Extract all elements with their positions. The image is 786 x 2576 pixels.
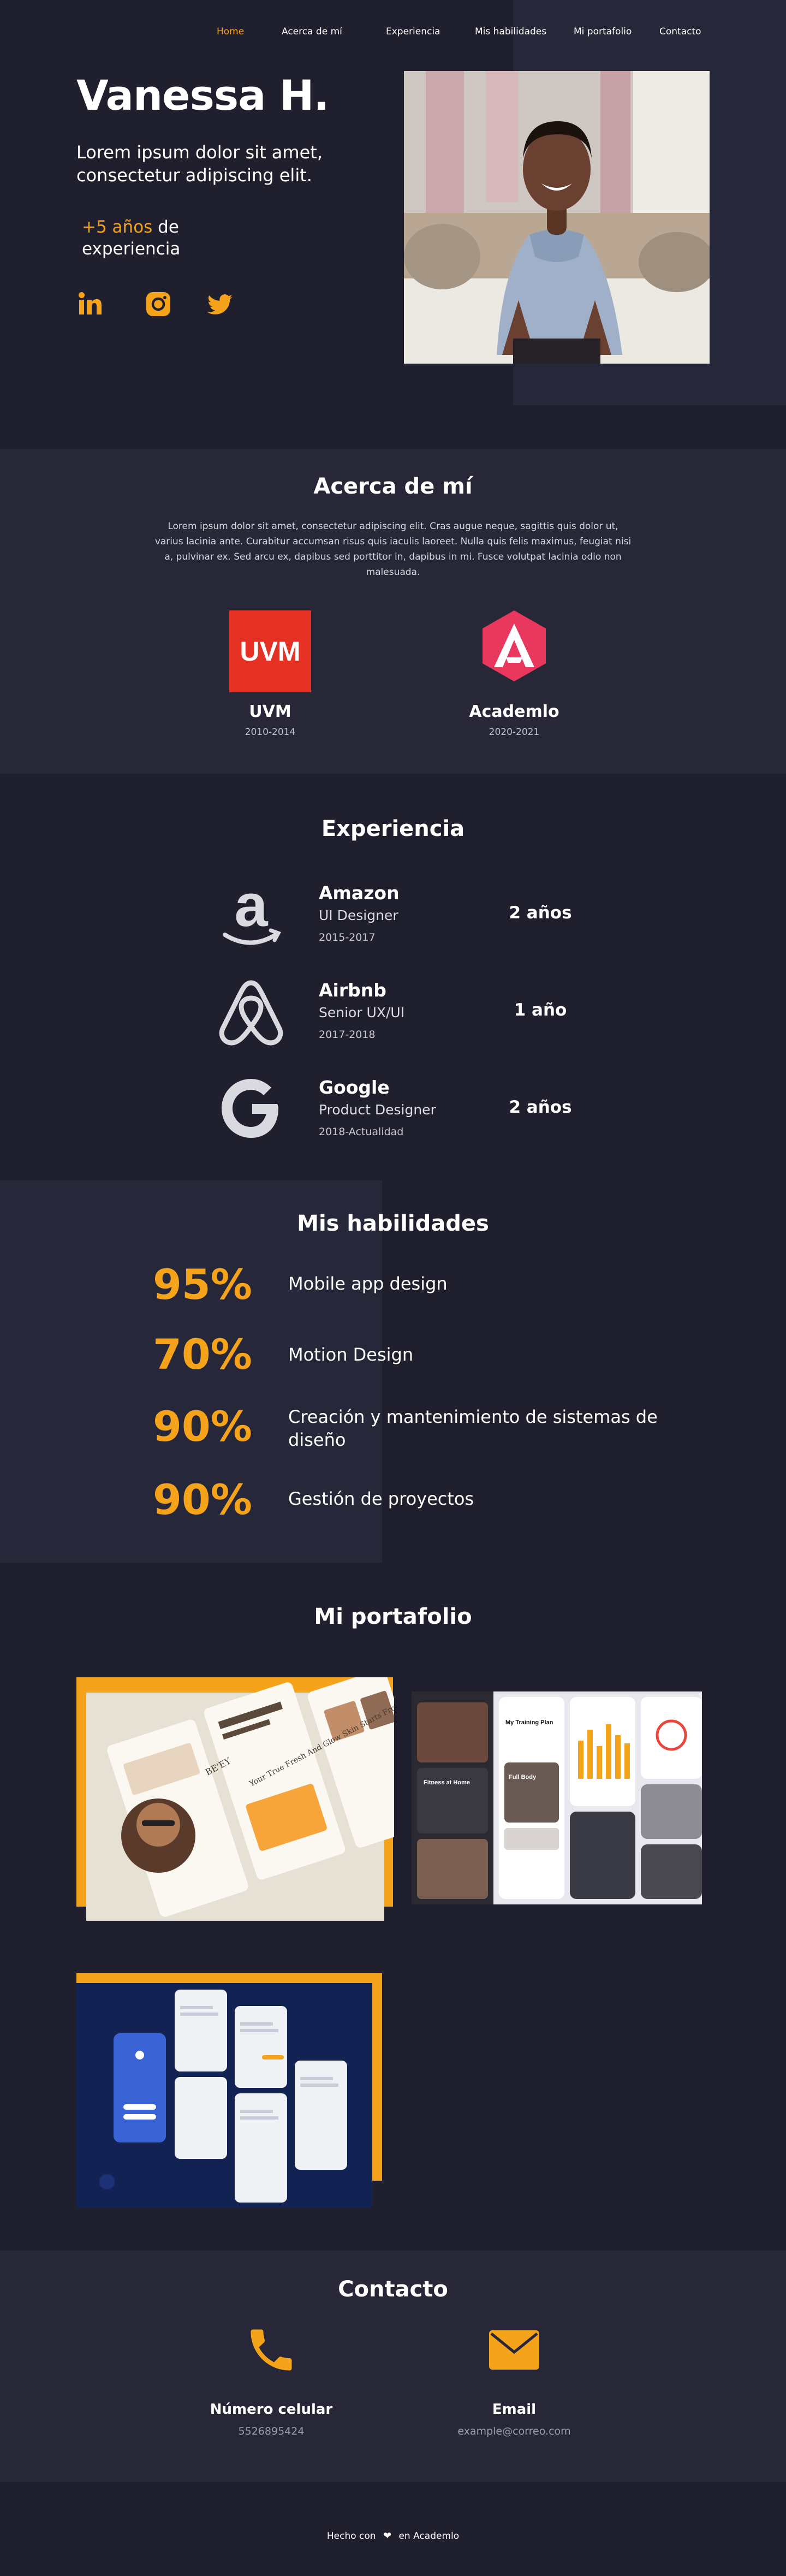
nav-experience[interactable]: Experiencia	[386, 26, 440, 37]
skill-percent: 90%	[153, 1402, 252, 1451]
job-duration: 1 año	[514, 1000, 567, 1020]
portfolio-project-fitness[interactable]: Fitness at Home My Training Plan Full Bo…	[412, 1691, 702, 1904]
job-role: UI Designer	[319, 907, 398, 923]
job-role: Senior UX/UI	[319, 1005, 405, 1020]
contact-value: example@correo.com	[457, 2425, 571, 2437]
hero-lead: Lorem ipsum dolor sit amet, consectetur …	[76, 142, 323, 186]
experience-years: +5 años	[82, 217, 153, 237]
footer-at: en Academlo	[398, 2531, 460, 2542]
portfolio-project-chat[interactable]	[76, 1973, 382, 2208]
footer-made-with: Hecho con	[326, 2531, 376, 2542]
education-years: 2020-2021	[489, 727, 540, 738]
profile-photo	[404, 71, 710, 364]
contact-section: Contacto Número celular 5526895424 Email…	[0, 2251, 786, 2482]
contact-title: Contacto	[338, 2277, 448, 2302]
skill-label: Gestión de proyectos	[288, 1488, 474, 1509]
education-name: Academlo	[469, 702, 559, 721]
nav-portfolio[interactable]: Mi portafolio	[574, 26, 632, 37]
education-years: 2010-2014	[245, 727, 296, 738]
job-dates: 2018-Actualidad	[319, 1126, 404, 1138]
instagram-icon[interactable]	[145, 290, 172, 318]
fitness-full-text: Full Body	[509, 1774, 537, 1780]
education-name: UVM	[249, 702, 291, 721]
google-icon	[213, 1070, 289, 1147]
contact-title-label: Número celular	[210, 2401, 333, 2418]
experience-title: Experiencia	[321, 816, 465, 841]
job-company: Amazon	[319, 882, 400, 904]
twitter-icon[interactable]	[206, 290, 234, 318]
fitness-banner-text: Fitness at Home	[424, 1779, 470, 1786]
job-amazon: a Amazon UI Designer 2015-2017 2 años	[213, 872, 595, 958]
social-links	[78, 290, 241, 317]
skill-item: 90% Creación y mantenimiento de sistemas…	[153, 1402, 699, 1462]
skill-label: Creación y mantenimiento de sistemas de …	[288, 1406, 658, 1450]
education-academlo: Academlo 2020-2021	[432, 605, 596, 738]
contact-email[interactable]: Email example@correo.com	[432, 2323, 596, 2437]
skill-percent: 95%	[153, 1260, 252, 1309]
skill-item: 90% Gestión de proyectos	[153, 1475, 699, 1535]
job-role: Product Designer	[319, 1102, 436, 1118]
contact-value: 5526895424	[238, 2425, 305, 2437]
heart-icon: ❤	[383, 2530, 392, 2542]
job-airbnb: Airbnb Senior UX/UI 2017-2018 1 año	[213, 973, 595, 1055]
hero-name: Vanessa H.	[76, 71, 329, 120]
experience-word: experiencia	[82, 239, 181, 259]
job-duration: 2 años	[509, 1097, 572, 1117]
hero-section: Home Acerca de mí Experiencia Mis habili…	[0, 0, 786, 449]
linkedin-icon[interactable]	[78, 290, 105, 318]
skill-label: Mobile app design	[288, 1273, 448, 1294]
uvm-logo-text: UVM	[240, 636, 300, 667]
job-google: Google Product Designer 2018-Actualidad …	[213, 1070, 595, 1152]
experience-section: Experiencia a Amazon UI Designer 2015-20…	[0, 774, 786, 1180]
about-section: Acerca de mí Lorem ipsum dolor sit amet,…	[0, 449, 786, 774]
top-navigation: Home Acerca de mí Experiencia Mis habili…	[0, 26, 786, 39]
portfolio-title: Mi portafolio	[314, 1604, 472, 1629]
academlo-logo	[473, 605, 555, 687]
portfolio-section: Mi portafolio BE'EY Your True Fresh And …	[0, 1563, 786, 2251]
education-uvm: UVM UVM 2010-2014	[188, 610, 352, 738]
footer: Hecho con ❤ en Academlo	[0, 2482, 786, 2576]
job-duration: 2 años	[509, 903, 572, 923]
hero-experience: +5 años de experiencia	[82, 216, 180, 260]
job-company: Google	[319, 1077, 390, 1098]
skill-item: 95% Mobile app design	[153, 1260, 699, 1320]
job-company: Airbnb	[319, 980, 386, 1001]
nav-about[interactable]: Acerca de mí	[282, 26, 342, 37]
skill-item: 70% Motion Design	[153, 1330, 699, 1390]
experience-suffix: de	[152, 217, 179, 237]
phone-icon	[244, 2323, 299, 2377]
skills-title: Mis habilidades	[297, 1211, 489, 1236]
amazon-icon: a	[213, 872, 289, 952]
mail-icon	[487, 2323, 541, 2377]
about-text: Lorem ipsum dolor sit amet, consectetur …	[154, 521, 632, 578]
portfolio-project-beauty[interactable]: BE'EY Your True Fresh And Glow Skin Star…	[76, 1669, 434, 1921]
skills-section: Mis habilidades 95% Mobile app design 70…	[0, 1180, 786, 1563]
nav-home[interactable]: Home	[217, 26, 244, 37]
fitness-title-text: My Training Plan	[505, 1719, 553, 1726]
contact-phone[interactable]: Número celular 5526895424	[189, 2323, 353, 2437]
footer-text: Hecho con ❤ en Academlo	[0, 2530, 786, 2542]
job-dates: 2017-2018	[319, 1029, 376, 1041]
contact-title-label: Email	[492, 2401, 537, 2418]
nav-contact[interactable]: Contacto	[659, 26, 701, 37]
job-dates: 2015-2017	[319, 931, 376, 943]
about-title: Acerca de mí	[313, 474, 473, 499]
uvm-logo: UVM	[229, 610, 311, 692]
skill-percent: 70%	[153, 1330, 252, 1379]
nav-skills[interactable]: Mis habilidades	[475, 26, 546, 37]
svg-text:a: a	[234, 876, 268, 939]
airbnb-icon	[213, 973, 289, 1049]
skill-percent: 90%	[153, 1475, 252, 1524]
skill-label: Motion Design	[288, 1344, 414, 1365]
